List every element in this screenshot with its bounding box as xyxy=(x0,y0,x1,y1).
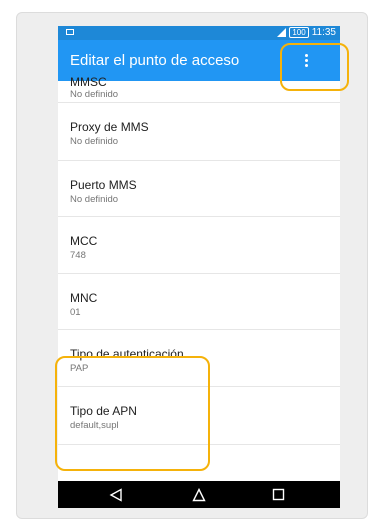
list-item-mms-proxy[interactable]: Proxy de MMS No definido xyxy=(58,103,340,161)
back-icon xyxy=(109,487,122,502)
item-value: 748 xyxy=(70,250,86,261)
item-title: MCC xyxy=(70,234,98,248)
list-item-mms-port[interactable]: Puerto MMS No definido xyxy=(58,161,340,217)
home-icon xyxy=(192,487,206,501)
page-title: Editar el punto de acceso xyxy=(70,52,240,69)
notification-icon xyxy=(66,29,74,35)
status-right: 100 11:35 xyxy=(277,27,336,38)
item-value: No definido xyxy=(70,136,119,147)
list-item-mnc[interactable]: MNC 01 xyxy=(58,274,340,330)
clock: 11:35 xyxy=(311,27,336,38)
item-title: Puerto MMS xyxy=(70,178,137,192)
item-title: MMSC xyxy=(70,75,107,89)
battery-icon: 100 xyxy=(289,27,309,38)
back-button[interactable] xyxy=(96,481,136,508)
list-item-mcc[interactable]: MCC 748 xyxy=(58,217,340,274)
item-value: No definido xyxy=(70,194,119,205)
recents-button[interactable] xyxy=(258,481,298,508)
navigation-bar xyxy=(58,481,340,508)
status-bar: 100 11:35 xyxy=(58,26,340,40)
home-button[interactable] xyxy=(179,481,219,508)
highlight-auth-apn-type xyxy=(55,356,210,471)
item-title: Proxy de MMS xyxy=(70,120,149,134)
item-value: 01 xyxy=(70,307,81,318)
recents-icon xyxy=(272,488,284,501)
item-value: No definido xyxy=(70,89,119,100)
signal-icon xyxy=(277,28,287,37)
item-title: MNC xyxy=(70,291,98,305)
highlight-more-options xyxy=(280,43,349,91)
